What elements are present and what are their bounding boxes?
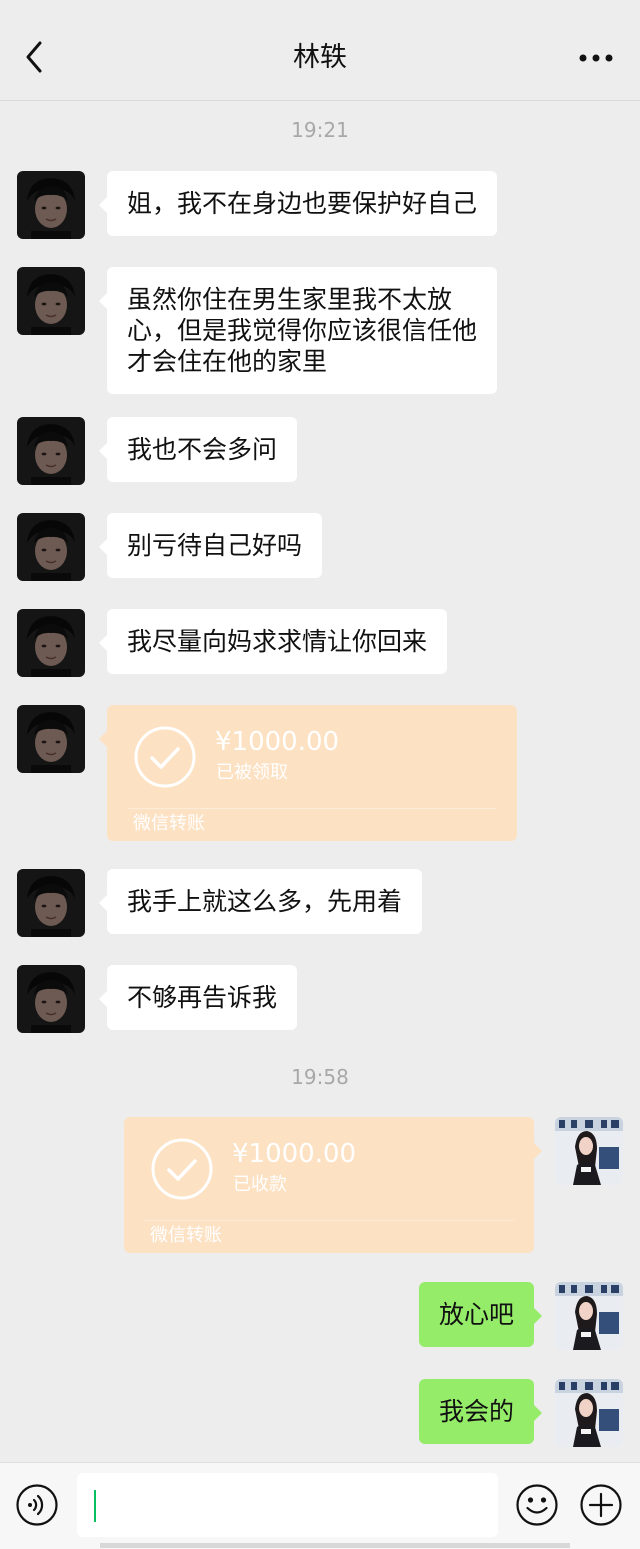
contact-avatar[interactable] xyxy=(17,609,85,677)
message-text: 我会的 xyxy=(438,1397,514,1426)
message-bubble[interactable]: 我手上就这么多，先用着 xyxy=(98,869,423,934)
my-avatar[interactable] xyxy=(555,1282,623,1350)
my-photo xyxy=(555,1282,623,1350)
message-text: 我尽量向妈求求情让你回来 xyxy=(127,627,428,656)
message-text: 放心吧 xyxy=(438,1300,514,1329)
transfer-label: 微信转账 xyxy=(133,813,205,834)
plus-icon[interactable] xyxy=(579,1483,623,1527)
transfer-card[interactable]: ¥1000.00 已被领取 微信转账 xyxy=(99,705,517,841)
my-avatar[interactable] xyxy=(555,1379,623,1447)
contact-photo xyxy=(17,171,85,239)
message-text: 不够再告诉我 xyxy=(127,983,278,1012)
chat-title: 林轶 xyxy=(293,42,347,73)
message-text: 我手上就这么多，先用着 xyxy=(127,887,403,916)
message-text: 才会住在他的家里 xyxy=(127,347,328,376)
contact-photo xyxy=(17,609,85,677)
timestamp: 19:58 xyxy=(291,1065,349,1089)
contact-photo xyxy=(17,869,85,937)
check-circle-icon xyxy=(151,1138,213,1200)
transfer-label: 微信转账 xyxy=(150,1225,222,1246)
message-bubble[interactable]: 别亏待自己好吗 xyxy=(98,513,323,578)
contact-avatar[interactable] xyxy=(17,417,85,485)
message-bubble[interactable]: 放心吧 xyxy=(418,1282,543,1347)
message-bubble[interactable]: 我尽量向妈求求情让你回来 xyxy=(98,609,448,674)
more-dots-icon[interactable] xyxy=(578,53,614,63)
contact-photo xyxy=(17,417,85,485)
contact-avatar[interactable] xyxy=(17,267,85,335)
contact-photo xyxy=(17,513,85,581)
message-bubble[interactable]: 我会的 xyxy=(418,1379,543,1444)
transfer-amount: ¥1000.00 xyxy=(215,727,340,757)
text-caret xyxy=(94,1490,96,1522)
chat-header: 林轶 xyxy=(0,0,640,101)
transfer-status: 已被领取 xyxy=(216,762,288,783)
transfer-divider xyxy=(144,1220,514,1221)
message-bubble[interactable]: 虽然你住在男生家里我不太放 心，但是我觉得你应该很信任他 才会住在他的家里 xyxy=(98,267,498,394)
message-text: 别亏待自己好吗 xyxy=(127,531,303,560)
input-bar xyxy=(0,1462,640,1549)
timestamp: 19:21 xyxy=(291,118,349,142)
my-photo xyxy=(555,1379,623,1447)
voice-icon[interactable] xyxy=(15,1483,59,1527)
emoji-icon[interactable] xyxy=(515,1483,559,1527)
message-bubble[interactable]: 不够再告诉我 xyxy=(98,965,298,1030)
contact-photo xyxy=(17,267,85,335)
keyboard-edge xyxy=(100,1543,570,1548)
message-text: 心，但是我觉得你应该很信任他 xyxy=(127,316,478,345)
my-photo xyxy=(555,1117,623,1185)
message-bubble[interactable]: 姐，我不在身边也要保护好自己 xyxy=(98,171,498,236)
contact-photo xyxy=(17,965,85,1033)
message-input[interactable] xyxy=(77,1473,498,1537)
contact-photo xyxy=(17,705,85,773)
message-text: 虽然你住在男生家里我不太放 xyxy=(127,285,453,314)
contact-avatar[interactable] xyxy=(17,171,85,239)
message-text: 我也不会多问 xyxy=(127,435,278,464)
contact-avatar[interactable] xyxy=(17,705,85,773)
transfer-divider xyxy=(127,808,497,809)
check-circle-icon xyxy=(134,726,196,788)
my-avatar[interactable] xyxy=(555,1117,623,1185)
transfer-card[interactable]: ¥1000.00 已收款 微信转账 xyxy=(124,1117,542,1253)
contact-avatar[interactable] xyxy=(17,965,85,1033)
contact-avatar[interactable] xyxy=(17,869,85,937)
transfer-amount: ¥1000.00 xyxy=(232,1139,357,1169)
message-text: 姐，我不在身边也要保护好自己 xyxy=(127,189,478,218)
transfer-status: 已收款 xyxy=(233,1174,287,1195)
contact-avatar[interactable] xyxy=(17,513,85,581)
message-bubble[interactable]: 我也不会多问 xyxy=(98,417,298,482)
